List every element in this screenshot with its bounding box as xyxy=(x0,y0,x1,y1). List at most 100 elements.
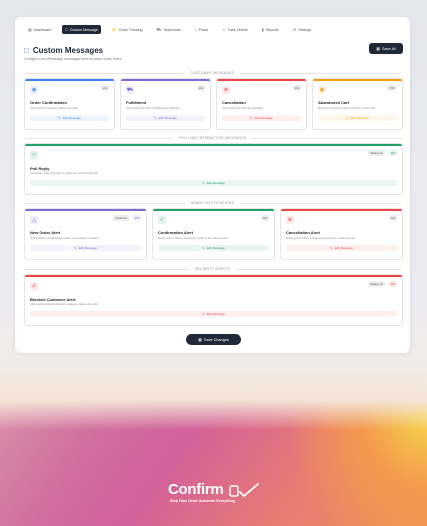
card-title: Confirmation Alert xyxy=(158,230,193,235)
language-badge: OFF xyxy=(387,85,397,91)
status-badge: Always on xyxy=(368,150,385,156)
card-accent-bar xyxy=(121,79,210,81)
language-badge: EN xyxy=(389,150,397,156)
language-badge: EN xyxy=(389,215,397,221)
card-accent-bar xyxy=(25,144,402,146)
brand-tagline: Stop Fake Order Automate Everything xyxy=(170,499,235,503)
cancel-icon: ⊗ xyxy=(222,86,230,94)
card-description: Sent when the order is cancelled xyxy=(222,106,263,110)
brand-name: Confirm xyxy=(168,481,224,498)
save-icon: ▦ xyxy=(376,46,381,51)
card-title: Order Confirmation xyxy=(30,100,67,105)
card-description: Alerts admin when a blocked customer pla… xyxy=(30,302,99,306)
edit-message-button[interactable]: ✎ Edit Message xyxy=(30,245,141,251)
cart-icon: ▣ xyxy=(318,86,326,94)
card-accent-bar xyxy=(313,79,402,81)
card-accent-bar xyxy=(281,209,402,211)
nav-order-tracking[interactable]: ⚡ Order Tracking xyxy=(109,25,146,34)
card-description: Reminds customers who left items in thei… xyxy=(318,106,376,110)
brand-logo: Confirm Stop Fake Order Automate Everyth… xyxy=(168,481,263,507)
edit-icon: ✎ xyxy=(202,312,205,316)
card-accent-bar xyxy=(25,79,114,81)
card-title: New Order Alert xyxy=(30,230,61,235)
nav-fake-orders[interactable]: ⚠ Fake Orders xyxy=(219,25,251,34)
cancel-icon: ⊗ xyxy=(286,216,294,224)
edit-icon: ✎ xyxy=(250,116,253,120)
page-title: Custom Messages xyxy=(32,46,104,55)
section-poll-messages: POLL AND INTERACTIVE MESSAGES xyxy=(24,136,401,140)
edit-icon: ✎ xyxy=(74,246,77,250)
edit-icon: ✎ xyxy=(202,246,205,250)
edit-message-button[interactable]: ✎ Edit Message xyxy=(222,115,301,121)
nav-reports[interactable]: ▮ Reports xyxy=(259,25,282,34)
card-description: Notify admin when a customer confirms an… xyxy=(158,236,228,240)
card-poll-reply: □ Poll Reply Automatic reply sent after … xyxy=(24,143,403,195)
main-panel: ▦ Dashboard □ Custom Message ⚡ Order Tracking… xyxy=(15,17,410,353)
card-new-order-alert: △ New Order Alert Notify admin via Whats… xyxy=(24,208,147,260)
warning-icon: ⚠ xyxy=(222,26,226,32)
message-icon: □ xyxy=(24,46,29,55)
status-badge: Always on xyxy=(368,281,385,287)
language-badge: EN xyxy=(293,85,301,91)
page-subtitle: Configure the WhatsApp messages sent for… xyxy=(24,57,122,61)
card-order-confirmation: ◉ Order Confirmation Sent when a custome… xyxy=(24,78,115,130)
card-blocked-customer: ⚠ Blocked Customer Alert Alerts admin wh… xyxy=(24,274,403,326)
card-accent-bar xyxy=(217,79,306,81)
nav-flows[interactable]: ≈ Flows xyxy=(192,25,212,34)
card-accent-bar xyxy=(153,209,274,211)
card-fulfillment: ⛟ Fulfillment Sent when the order is ful… xyxy=(120,78,211,130)
lightning-icon: ⚡ xyxy=(111,26,117,32)
card-title: Cancellation xyxy=(222,100,246,105)
check-circle-icon: ✓ xyxy=(158,216,166,224)
truck-icon: ⛟ xyxy=(156,26,162,32)
nav-dashboard[interactable]: ▦ Dashboard xyxy=(25,25,54,34)
card-title: Cancellation Alert xyxy=(286,230,320,235)
language-badge: EN xyxy=(101,85,109,91)
nav-custom-message[interactable]: □ Custom Message xyxy=(62,25,101,34)
section-security-alerts: SECURITY ALERTS xyxy=(24,267,401,271)
edit-message-button[interactable]: ✎ Edit Message xyxy=(30,311,397,317)
save-changes-button[interactable]: ▦ Save Changes xyxy=(186,334,241,345)
edit-icon: ✎ xyxy=(330,246,333,250)
save-all-button[interactable]: ▦ Save All xyxy=(369,43,403,54)
bell-icon: △ xyxy=(30,216,38,224)
gear-icon: ⚙ xyxy=(292,26,297,32)
language-badge: EN xyxy=(389,281,397,287)
card-description: Sent when the order is fulfilled and shi… xyxy=(126,106,180,110)
nav-shipments[interactable]: ⛟ Shipments xyxy=(154,25,184,34)
card-cancellation-alert: ⊗ Cancellation Alert Notify admin when a… xyxy=(280,208,403,260)
edit-icon: ✎ xyxy=(154,116,157,120)
status-badge: Customer xyxy=(112,215,129,221)
card-confirmation-alert: ✓ Confirmation Alert Notify admin when a… xyxy=(152,208,275,260)
language-badge: EN xyxy=(133,215,141,221)
chat-icon: □ xyxy=(30,151,38,159)
card-description: Sent when a customer places an order xyxy=(30,106,78,110)
edit-message-button[interactable]: ✎ Edit Message xyxy=(126,115,205,121)
edit-message-button[interactable]: ✎ Edit Message xyxy=(30,180,397,186)
card-accent-bar xyxy=(25,275,402,277)
truck-icon: ⛟ xyxy=(126,86,134,94)
card-description: Notify admin when a customer cancels an … xyxy=(286,236,355,240)
top-nav: ▦ Dashboard □ Custom Message ⚡ Order Tracking… xyxy=(25,25,314,34)
globe-icon: ◉ xyxy=(30,86,38,94)
edit-message-button[interactable]: ✎ Edit Message xyxy=(30,115,109,121)
card-cancellation: ⊗ Cancellation Sent when the order is ca… xyxy=(216,78,307,130)
card-description: Automatic reply sent after a customer co… xyxy=(30,171,98,175)
edit-icon: ✎ xyxy=(346,116,349,120)
card-title: Abandoned Cart xyxy=(318,100,350,105)
flow-icon: ≈ xyxy=(194,26,197,32)
section-customer-messages: CUSTOMER MESSAGES xyxy=(24,71,401,75)
checkmark-icon xyxy=(229,483,259,498)
card-accent-bar xyxy=(25,209,146,211)
shield-icon: ⚠ xyxy=(30,282,38,290)
edit-message-button[interactable]: ✎ Edit Message xyxy=(158,245,269,251)
page-header: □ Custom Messages xyxy=(24,46,103,55)
message-icon: □ xyxy=(65,26,68,32)
nav-settings[interactable]: ⚙ Settings xyxy=(290,25,315,34)
card-title: Fulfillment xyxy=(126,100,147,105)
language-badge: EN xyxy=(197,85,205,91)
card-abandoned-cart: ▣ Abandoned Cart Reminds customers who l… xyxy=(312,78,403,130)
edit-message-button[interactable]: ✎ Edit Message xyxy=(286,245,397,251)
edit-message-button[interactable]: ✎ Edit Message xyxy=(318,115,397,121)
card-description: Notify admin via WhatsApp when a new ord… xyxy=(30,236,99,240)
